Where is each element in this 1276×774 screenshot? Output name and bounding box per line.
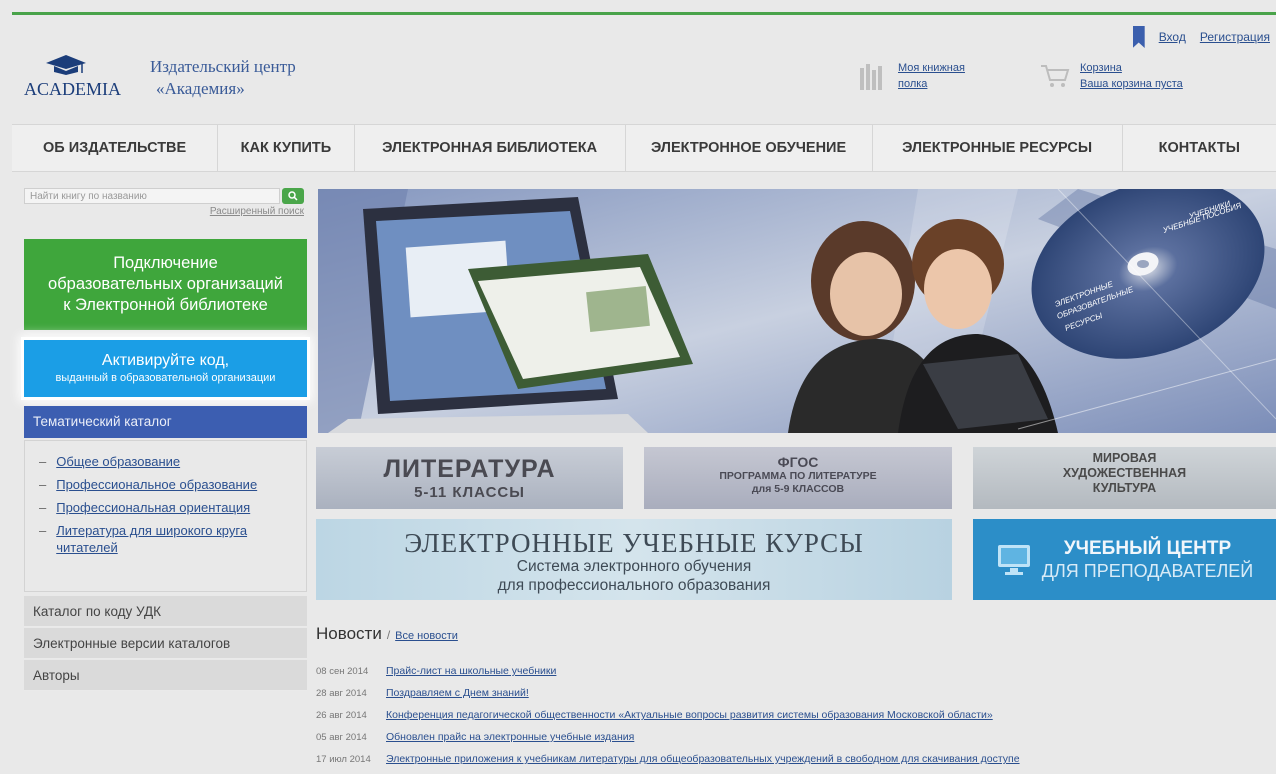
main-nav: ОБ ИЗДАТЕЛЬСТВЕ КАК КУПИТЬ ЭЛЕКТРОННАЯ Б…: [12, 124, 1276, 172]
brand-line-2: «Академия»: [156, 79, 245, 98]
bookmark-icon: [1132, 26, 1145, 48]
news-date: 17 июл 2014: [316, 753, 371, 765]
auth-links: Вход Регистрация: [1132, 26, 1270, 48]
news-link[interactable]: Поздравляем с Днем знаний!: [386, 687, 529, 699]
promo-world-art[interactable]: МИРОВАЯ ХУДОЖЕСТВЕННАЯ КУЛЬТУРА: [973, 447, 1276, 509]
news-header: Новости / Все новости: [316, 624, 458, 644]
promo-e-courses[interactable]: ЭЛЕКТРОННЫЕ УЧЕБНЫЕ КУРСЫ Система электр…: [316, 519, 952, 600]
mhk-line-1: МИРОВАЯ: [1092, 451, 1157, 465]
news-item: 08 сен 2014 Прайс-лист на школьные учебни…: [316, 660, 1256, 682]
nav-contacts[interactable]: КОНТАКТЫ: [1123, 125, 1276, 171]
activate-code-button[interactable]: Активируйте код, выданный в образователь…: [24, 340, 307, 397]
connect-line-1: Подключение: [113, 254, 218, 272]
literature-subtitle: 5-11 КЛАССЫ: [414, 484, 525, 501]
register-link[interactable]: Регистрация: [1200, 30, 1270, 44]
ecourses-line-3: для профессионального образования: [497, 577, 771, 594]
nav-how-to-buy[interactable]: КАК КУПИТЬ: [218, 125, 355, 171]
literature-title: ЛИТЕРАТУРА: [383, 455, 556, 483]
cart[interactable]: Корзина Ваша корзина пуста: [1040, 60, 1183, 92]
hero-banner-illustration: УЧЕБНИКИ УЧЕБНЫЕ ПОСОБИЯ ЭЛЕКТРОННЫЕ ОБР…: [318, 189, 1276, 433]
connect-line-2: образовательных организаций: [48, 275, 283, 293]
bookshelf-icon: [860, 62, 888, 90]
thematic-catalog-list: – Общее образование – Профессиональное обр…: [24, 440, 307, 592]
activate-line-1: Активируйте код,: [101, 352, 230, 369]
hero-banner[interactable]: УЧЕБНИКИ УЧЕБНЫЕ ПОСОБИЯ ЭЛЕКТРОННЫЕ ОБР…: [318, 189, 1276, 433]
news-date: 28 авг 2014: [316, 687, 367, 699]
activate-line-2: выданный в образовательной организации: [55, 372, 276, 384]
center-line-2: ДЛЯ ПРЕПОДАВАТЕЛЕЙ: [1041, 560, 1254, 581]
news-date: 26 авг 2014: [316, 709, 367, 721]
top-accent-line: [12, 12, 1276, 15]
logo-name: ACADEMIA: [24, 79, 121, 99]
catalog-item[interactable]: – Общее образование: [39, 453, 306, 470]
ecourses-title: ЭЛЕКТРОННЫЕ УЧЕБНЫЕ КУРСЫ: [404, 528, 864, 558]
monitor-icon: [997, 544, 1030, 575]
cart-status[interactable]: Ваша корзина пуста: [1080, 76, 1183, 92]
cart-link[interactable]: Корзина: [1080, 60, 1183, 76]
nav-e-learning[interactable]: ЭЛЕКТРОННОЕ ОБУЧЕНИЕ: [626, 125, 873, 171]
news-separator: /: [386, 628, 391, 642]
search-area: Найти книгу по названию Расширенный поис…: [24, 188, 304, 217]
sidebar-item-catalog-versions[interactable]: Электронные версии каталогов: [24, 628, 307, 659]
brand-line-1: Издательский центр: [150, 57, 296, 76]
search-button[interactable]: [282, 188, 304, 204]
nav-e-library[interactable]: ЭЛЕКТРОННАЯ БИБЛИОТЕКА: [355, 125, 626, 171]
news-item: 28 авг 2014 Поздравляем с Днем знаний!: [316, 682, 1256, 704]
news-link[interactable]: Обновлен прайс на электронные учебные из…: [386, 731, 634, 743]
catalog-item[interactable]: – Профессиональное образование: [39, 476, 306, 493]
fgos-line-2: ПРОГРАММА ПО ЛИТЕРАТУРЕ: [719, 470, 877, 482]
thematic-catalog-header[interactable]: Тематический каталог: [24, 406, 307, 438]
news-link[interactable]: Конференция педагогической общественност…: [386, 709, 993, 721]
advanced-search-link[interactable]: Расширенный поиск: [210, 206, 304, 217]
news-item: 05 авг 2014 Обновлен прайс на электронные…: [316, 726, 1256, 748]
news-date: 08 сен 2014: [316, 665, 369, 677]
cart-icon: [1041, 65, 1070, 87]
catalog-item[interactable]: – Профессиональная ориентация: [39, 499, 306, 516]
promo-teacher-center[interactable]: УЧЕБНЫЙ ЦЕНТР ДЛЯ ПРЕПОДАВАТЕЛЕЙ: [973, 519, 1276, 600]
sidebar-item-udk[interactable]: Каталог по коду УДК: [24, 596, 307, 627]
sidebar-item-authors[interactable]: Авторы: [24, 660, 307, 691]
all-news-link[interactable]: Все новости: [395, 630, 458, 642]
my-bookshelf[interactable]: Моя книжная полка: [860, 60, 965, 92]
news-title: Новости: [316, 624, 382, 643]
academia-logo[interactable]: ACADEMIA: [24, 55, 134, 105]
bookshelf-link-line-1[interactable]: Моя книжная: [898, 60, 965, 76]
center-line-1: УЧЕБНЫЙ ЦЕНТР: [1063, 537, 1232, 559]
news-item: 26 авг 2014 Конференция педагогической об…: [316, 704, 1256, 726]
mhk-line-3: КУЛЬТУРА: [1092, 481, 1157, 495]
news-link[interactable]: Прайс-лист на школьные учебники: [386, 665, 556, 677]
login-link[interactable]: Вход: [1159, 30, 1186, 44]
connect-organizations-button[interactable]: Подключение образовательных организаций …: [24, 239, 307, 330]
promo-fgos[interactable]: ФГОС ПРОГРАММА ПО ЛИТЕРАТУРЕ для 5-9 КЛА…: [644, 447, 952, 509]
nav-e-resources[interactable]: ЭЛЕКТРОННЫЕ РЕСУРСЫ: [873, 125, 1123, 171]
brand-title: Издательский центр «Академия»: [150, 56, 296, 100]
search-input[interactable]: Найти книгу по названию: [24, 188, 280, 204]
news-list: 08 сен 2014 Прайс-лист на школьные учебни…: [316, 660, 1256, 770]
fgos-line-1: ФГОС: [777, 454, 819, 470]
ecourses-line-2: Система электронного обучения: [516, 558, 752, 575]
news-link[interactable]: Электронные приложения к учебникам литер…: [386, 753, 1020, 765]
news-date: 05 авг 2014: [316, 731, 367, 743]
search-icon: [288, 191, 298, 201]
promo-literature[interactable]: ЛИТЕРАТУРА 5-11 КЛАССЫ: [316, 447, 623, 509]
mhk-line-2: ХУДОЖЕСТВЕННАЯ: [1062, 466, 1187, 480]
bookshelf-link-line-2[interactable]: полка: [898, 76, 965, 92]
connect-line-3: к Электронной библиотеке: [63, 296, 268, 314]
nav-about[interactable]: ОБ ИЗДАТЕЛЬСТВЕ: [12, 125, 219, 171]
catalog-item[interactable]: – Литература для широкого круга читателей: [39, 522, 306, 556]
graduation-cap-icon: [46, 55, 86, 75]
news-item: 17 июл 2014 Электронные приложения к учеб…: [316, 748, 1256, 770]
fgos-line-3: для 5-9 КЛАССОВ: [751, 483, 845, 495]
